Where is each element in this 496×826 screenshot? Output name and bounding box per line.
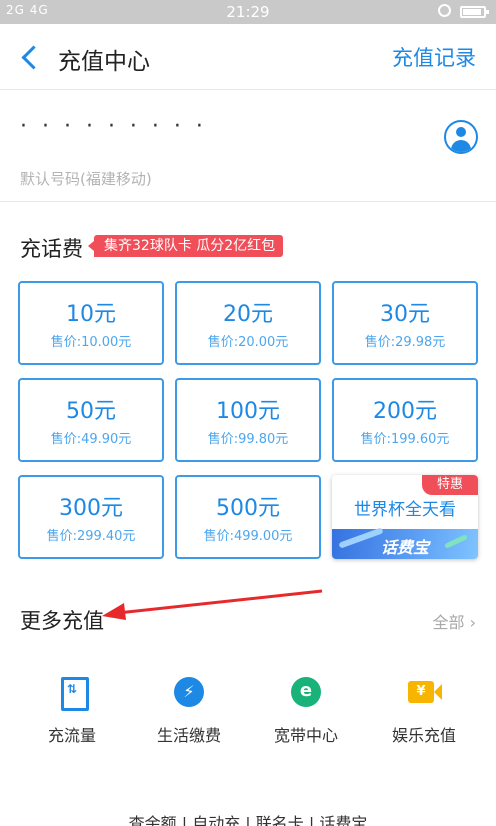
card-amount: 100元 [216,399,280,424]
arrow-shaft [117,589,323,615]
card-price: 售价:299.40元 [46,529,136,544]
special-headline: 世界杯全天看 [354,500,456,520]
footer-links[interactable]: 查余额 | 自动充 | 联名卡 | 话费宝 [0,810,496,826]
arrow-head [102,603,126,620]
card-amount: 200元 [373,399,437,424]
status-bar: 2G 4G 21:29 [0,0,496,24]
card-price: 售价:499.00元 [203,529,293,544]
special-offer-card[interactable]: 特惠 世界杯全天看 话费宝 [332,475,478,559]
service-utility-bill[interactable]: ⚡ 生活缴费 [139,672,239,746]
card-price: 售价:49.90元 [50,432,132,447]
topup-card-10[interactable]: 10元 售价:10.00元 [18,281,164,365]
yen-camera-icon: ¥ [404,672,444,712]
service-entertainment[interactable]: ¥ 娱乐充值 [374,672,474,746]
topup-card-100[interactable]: 100元 售价:99.80元 [175,378,321,462]
card-amount: 20元 [223,302,273,327]
topup-card-50[interactable]: 50元 售价:49.90元 [18,378,164,462]
topup-card-500[interactable]: 500元 售价:499.00元 [175,475,321,559]
battery-icon [460,6,489,18]
default-number-note: 默认号码(福建移动) [20,170,152,188]
back-icon[interactable] [18,44,42,70]
card-price: 售价:10.00元 [50,335,132,350]
card-price: 售价:20.00元 [207,335,289,350]
card-amount: 30元 [380,302,430,327]
more-all-link[interactable]: 全部 › [433,609,477,633]
service-label: 宽带中心 [273,726,338,745]
service-broadband[interactable]: e 宽带中心 [256,672,356,746]
card-price: 售价:99.80元 [207,432,289,447]
card-price: 售价:29.98元 [364,335,446,350]
service-label: 充流量 [47,726,96,745]
lightning-icon: ⚡ [169,672,209,712]
topup-section-title: 充话费 [20,233,83,261]
card-amount: 50元 [66,399,116,424]
promo-badge[interactable]: 集齐32球队卡 瓜分2亿红包 [87,235,284,257]
more-topup-title: 更多充值 [20,609,104,633]
topup-card-20[interactable]: 20元 售价:20.00元 [175,281,321,365]
service-label: 生活缴费 [156,726,221,745]
phone-number-input[interactable]: · · · · · · · · · [20,114,207,139]
special-banner: 话费宝 [332,527,478,559]
topup-card-30[interactable]: 30元 售价:29.98元 [332,281,478,365]
card-amount: 10元 [66,302,116,327]
data-flow-icon: ⇅ [52,672,92,712]
service-data-topup[interactable]: ⇅ 充流量 [22,672,122,746]
chevron-right-icon: › [464,613,476,632]
alarm-icon [438,4,451,17]
recharge-record-link[interactable]: 充值记录 [392,42,476,72]
card-amount: 500元 [216,496,280,521]
topup-title: 充话费 [20,237,83,261]
service-label: 娱乐充值 [391,726,456,745]
special-tag: 特惠 [422,475,478,495]
topup-card-300[interactable]: 300元 售价:299.40元 [18,475,164,559]
nav-bar: 充值中心 充值记录 [0,24,496,90]
special-brand: 话费宝 [380,538,429,557]
phone-number-section: · · · · · · · · · 默认号码(福建移动) [0,90,496,202]
broadband-e-icon: e [286,672,326,712]
card-price: 售价:199.60元 [360,432,450,447]
page-title: 充值中心 [58,49,150,75]
topup-card-200[interactable]: 200元 售价:199.60元 [332,378,478,462]
status-time: 21:29 [226,3,270,21]
card-amount: 300元 [59,496,123,521]
contact-icon[interactable] [444,120,478,154]
more-all-label: 全部 [432,613,465,632]
